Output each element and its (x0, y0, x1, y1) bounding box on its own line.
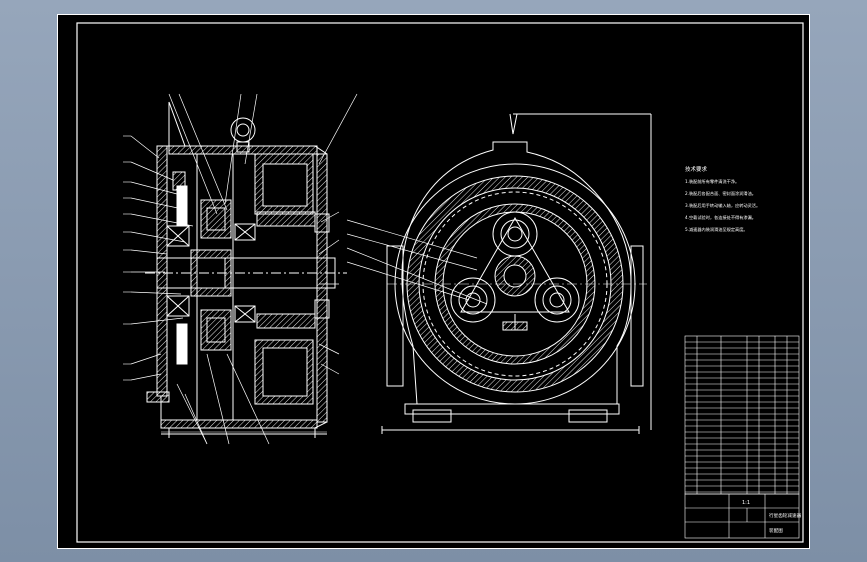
notes-heading: 技术要求 (685, 165, 708, 173)
note-line-5: 5.减速器内装润滑油至规定高度。 (685, 226, 748, 233)
note-line-3: 3.装配后用手转动输入轴，应转动灵活。 (685, 202, 760, 209)
parts-list (684, 335, 800, 495)
section-view (123, 93, 358, 445)
title-drawing-no: 装配图 (769, 527, 783, 534)
drawing-canvas: 技术要求 1.装配前所有零件清洗干净。 2.装配后各配合面、密封面涂润滑油。 3… (57, 14, 810, 549)
note-line-2: 2.装配后各配合面、密封面涂润滑油。 (685, 190, 756, 197)
cad-drawing: 技术要求 1.装配前所有零件清洗干净。 2.装配后各配合面、密封面涂润滑油。 3… (57, 14, 810, 549)
title-scale: 1:1 (742, 500, 750, 506)
note-line-4: 4.空载试验时，各连接处不得有渗漏。 (685, 214, 756, 221)
title-drawing-name: 行星齿轮减速器 (769, 512, 802, 519)
end-view (346, 113, 652, 434)
note-line-1: 1.装配前所有零件清洗干净。 (685, 178, 739, 185)
technical-notes: 技术要求 1.装配前所有零件清洗干净。 2.装配后各配合面、密封面涂润滑油。 3… (685, 165, 760, 233)
